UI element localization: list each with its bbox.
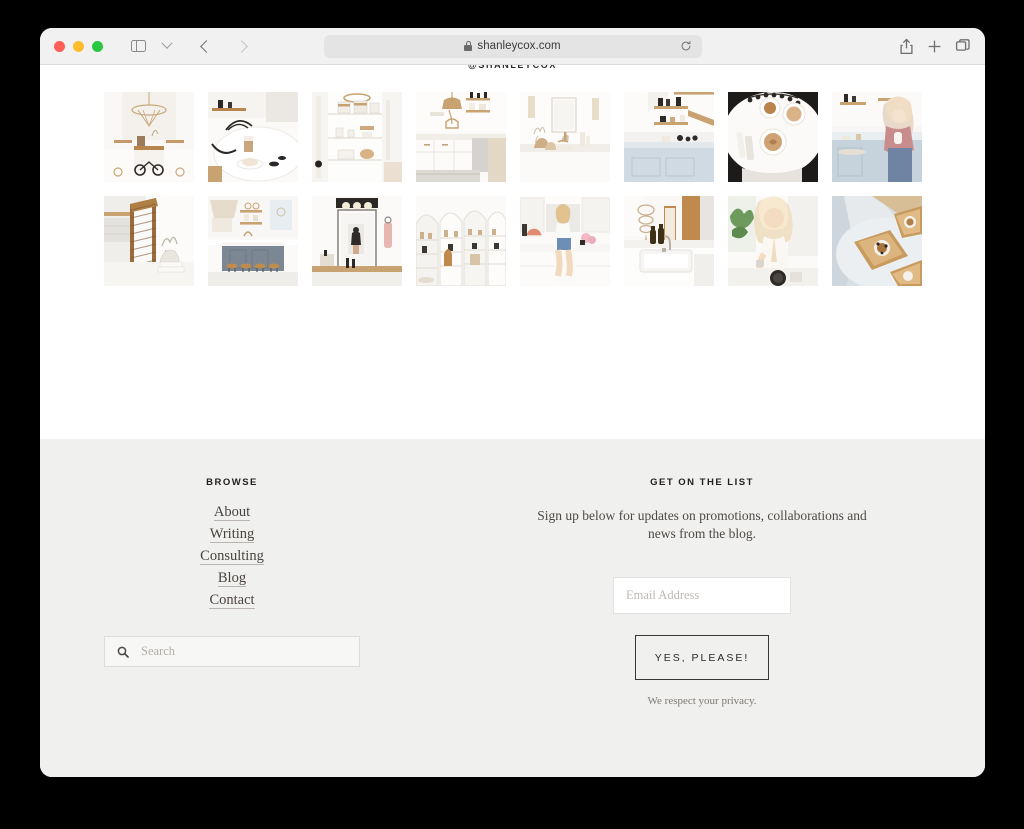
gallery-item[interactable] (416, 196, 506, 286)
gallery-item[interactable] (728, 196, 818, 286)
toolbar-left-controls (125, 34, 254, 58)
newsletter-heading: GET ON THE LIST (650, 477, 754, 488)
search-input[interactable] (139, 643, 333, 660)
search-icon (117, 646, 129, 658)
chevron-left-icon (199, 39, 213, 53)
address-bar-url: shanleycox.com (477, 40, 561, 52)
address-bar[interactable]: shanleycox.com (323, 34, 702, 58)
newsletter-submit-button[interactable]: YES, PLEASE! (635, 635, 769, 680)
footer-newsletter-column: GET ON THE LIST Sign up below for update… (524, 477, 880, 707)
footer-browse-column: BROWSE About Writing Consulting Blog Con… (104, 477, 360, 667)
reload-icon[interactable] (680, 40, 692, 52)
footer-link-about[interactable]: About (213, 504, 251, 521)
toolbar-right-controls (899, 38, 971, 55)
gallery-item[interactable] (624, 196, 714, 286)
footer-link-consulting[interactable]: Consulting (200, 548, 264, 565)
gallery-item[interactable] (416, 92, 506, 182)
newsletter-description: Sign up below for updates on promotions,… (537, 508, 867, 541)
gallery-item[interactable] (104, 92, 194, 182)
close-window-button[interactable] (54, 40, 65, 52)
instagram-gallery (40, 74, 985, 286)
gallery-item[interactable] (728, 92, 818, 182)
minimize-window-button[interactable] (73, 40, 84, 52)
browse-heading: BROWSE (206, 477, 258, 488)
footer-link-contact[interactable]: Contact (209, 592, 255, 609)
site-footer: BROWSE About Writing Consulting Blog Con… (40, 439, 985, 777)
chevron-right-icon (234, 39, 248, 53)
gallery-item[interactable] (208, 196, 298, 286)
footer-search-box[interactable] (104, 636, 360, 667)
tab-overview-icon[interactable] (955, 38, 971, 54)
sidebar-icon (130, 39, 146, 53)
sidebar-toggle-button[interactable] (125, 34, 151, 58)
window-traffic-lights (54, 40, 103, 52)
gallery-item[interactable] (208, 92, 298, 182)
gallery-item[interactable] (312, 92, 402, 182)
gallery-item[interactable] (832, 92, 922, 182)
instagram-handle: @SHANLEYCOX (468, 65, 557, 70)
gallery-item[interactable] (520, 92, 610, 182)
browser-toolbar: shanleycox.com (40, 28, 985, 65)
forward-button[interactable] (228, 34, 254, 58)
privacy-note: We respect your privacy. (647, 695, 757, 707)
gallery-item[interactable] (104, 196, 194, 286)
gallery-item[interactable] (312, 196, 402, 286)
share-icon[interactable] (899, 38, 914, 55)
gallery-item[interactable] (624, 92, 714, 182)
web-page: @SHANLEYCOX BROWSE About Writing Consult… (40, 65, 985, 777)
back-button[interactable] (193, 34, 219, 58)
browse-link-list: About Writing Consulting Blog Contact (104, 504, 360, 609)
sidebar-dropdown-button[interactable] (154, 34, 180, 58)
lock-icon (464, 41, 473, 51)
new-tab-icon[interactable] (927, 39, 942, 54)
footer-link-blog[interactable]: Blog (217, 570, 247, 587)
maximize-window-button[interactable] (92, 40, 103, 52)
chevron-down-icon (161, 37, 173, 49)
email-field[interactable] (613, 577, 791, 614)
gallery-item[interactable] (832, 196, 922, 286)
gallery-item[interactable] (520, 196, 610, 286)
browser-window: shanleycox.com @SHANLEYCOX BROWSE About … (40, 28, 985, 777)
footer-link-writing[interactable]: Writing (209, 526, 255, 543)
